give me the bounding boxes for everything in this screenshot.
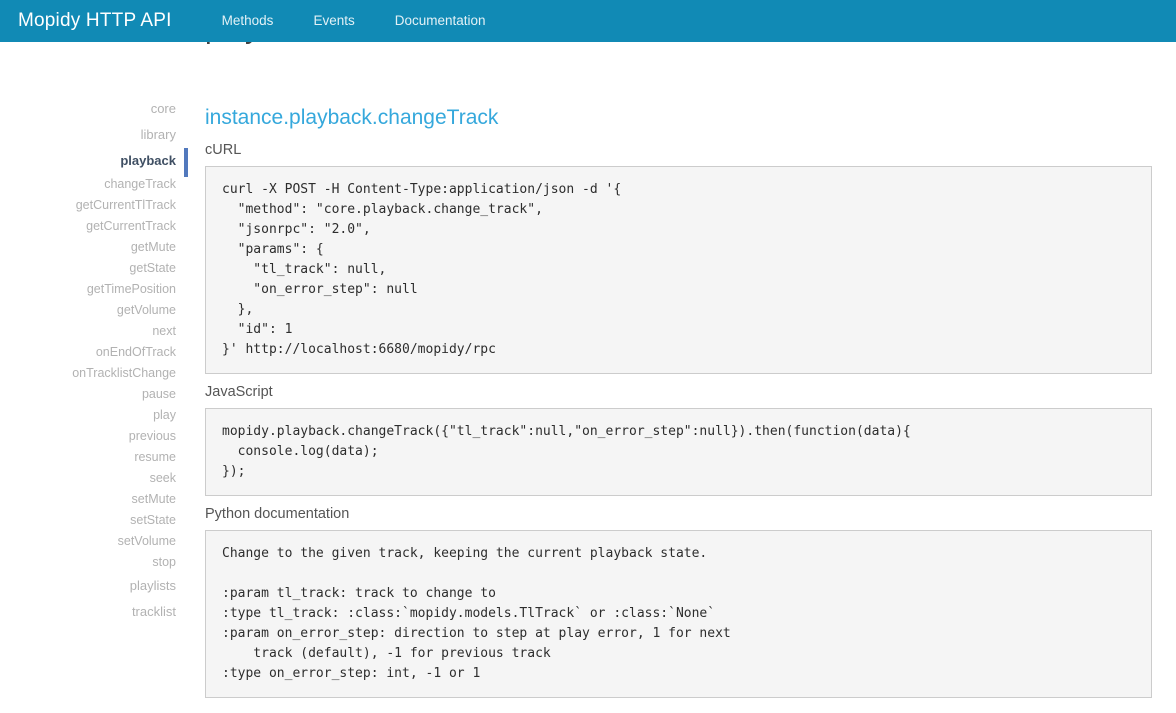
section-label-javascript: JavaScript [205, 382, 1152, 402]
main-nav: MethodsEventsDocumentation [202, 0, 506, 42]
sidebar-item-getMute[interactable]: getMute [0, 237, 177, 258]
section-label-python-documentation: Python documentation [205, 504, 1152, 524]
code-block-javascript: mopidy.playback.changeTrack({"tl_track":… [205, 408, 1152, 496]
active-item-indicator [184, 148, 188, 177]
sidebar-item-setVolume[interactable]: setVolume [0, 531, 177, 552]
sidebar-item-getCurrentTrack[interactable]: getCurrentTrack [0, 216, 177, 237]
sidebar-item-setMute[interactable]: setMute [0, 489, 177, 510]
app-header: Mopidy HTTP API MethodsEventsDocumentati… [0, 0, 1176, 42]
sidebar-item-next[interactable]: next [0, 321, 177, 342]
sidebar-item-getVolume[interactable]: getVolume [0, 300, 177, 321]
main-content: playback instance.playback.changeTrack c… [205, 0, 1152, 698]
app-title: Mopidy HTTP API [18, 10, 172, 32]
sidebar-item-getState[interactable]: getState [0, 258, 177, 279]
method-sections: cURL curl -X POST -H Content-Type:applica… [205, 140, 1152, 698]
sidebar-item-library[interactable]: library [0, 122, 177, 148]
sidebar-item-setState[interactable]: setState [0, 510, 177, 531]
nav-item-methods[interactable]: Methods [202, 0, 294, 42]
nav-item-events[interactable]: Events [293, 0, 374, 42]
sidebar-item-changeTrack[interactable]: changeTrack [0, 174, 177, 195]
sidebar-item-getCurrentTlTrack[interactable]: getCurrentTlTrack [0, 195, 177, 216]
sidebar-item-seek[interactable]: seek [0, 468, 177, 489]
sidebar-item-resume[interactable]: resume [0, 447, 177, 468]
sidebar-item-core[interactable]: core [0, 96, 177, 122]
sidebar-item-stop[interactable]: stop [0, 552, 177, 573]
sidebar-item-playlists[interactable]: playlists [0, 573, 177, 599]
sidebar-item-getTimePosition[interactable]: getTimePosition [0, 279, 177, 300]
sidebar-list: corelibraryplaybackchangeTrackgetCurrent… [0, 96, 177, 625]
sidebar-item-onTracklistChange[interactable]: onTracklistChange [0, 363, 177, 384]
sidebar-item-playback[interactable]: playback [0, 148, 177, 174]
sidebar-item-onEndOfTrack[interactable]: onEndOfTrack [0, 342, 177, 363]
sidebar: corelibraryplaybackchangeTrackgetCurrent… [0, 96, 177, 625]
sidebar-item-previous[interactable]: previous [0, 426, 177, 447]
section-label-curl: cURL [205, 140, 1152, 160]
sidebar-item-pause[interactable]: pause [0, 384, 177, 405]
code-block-python-documentation: Change to the given track, keeping the c… [205, 530, 1152, 698]
sidebar-item-tracklist[interactable]: tracklist [0, 599, 177, 625]
nav-item-documentation[interactable]: Documentation [375, 0, 506, 42]
method-title: instance.playback.changeTrack [205, 104, 1152, 132]
sidebar-item-play[interactable]: play [0, 405, 177, 426]
code-block-curl: curl -X POST -H Content-Type:application… [205, 166, 1152, 374]
